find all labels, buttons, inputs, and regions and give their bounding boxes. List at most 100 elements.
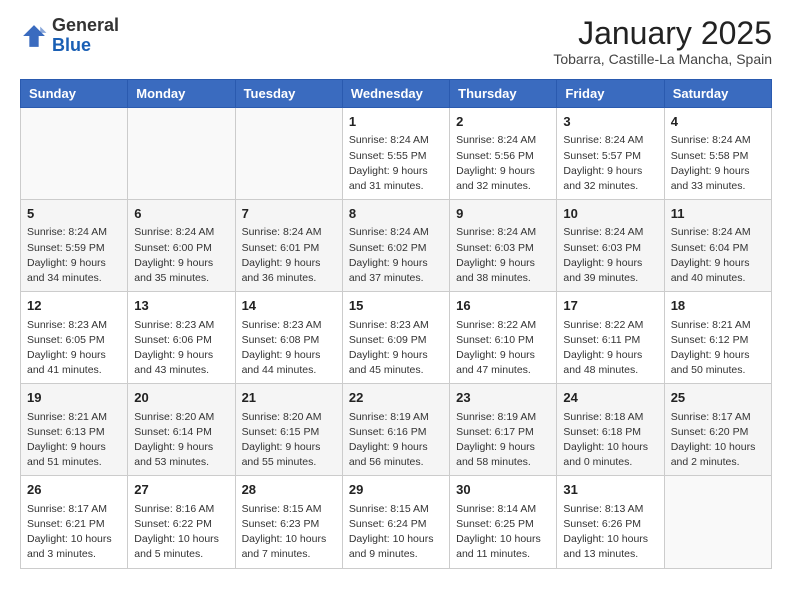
day-info: Sunrise: 8:24 AM Sunset: 6:03 PM Dayligh… xyxy=(563,225,657,286)
calendar-header-wednesday: Wednesday xyxy=(342,80,449,108)
calendar-cell xyxy=(664,476,771,568)
calendar-cell: 27 Sunrise: 8:16 AM Sunset: 6:22 PM Dayli… xyxy=(128,476,235,568)
calendar-cell: 17 Sunrise: 8:22 AM Sunset: 6:11 PM Dayli… xyxy=(557,292,664,384)
calendar-cell: 29 Sunrise: 8:15 AM Sunset: 6:24 PM Dayli… xyxy=(342,476,449,568)
logo-general-text: General xyxy=(52,15,119,35)
calendar-cell: 14 Sunrise: 8:23 AM Sunset: 6:08 PM Dayli… xyxy=(235,292,342,384)
day-number: 22 xyxy=(349,389,443,407)
day-info: Sunrise: 8:19 AM Sunset: 6:17 PM Dayligh… xyxy=(456,410,550,471)
day-info: Sunrise: 8:21 AM Sunset: 6:12 PM Dayligh… xyxy=(671,318,765,379)
day-info: Sunrise: 8:20 AM Sunset: 6:15 PM Dayligh… xyxy=(242,410,336,471)
calendar-cell: 24Sunrise: 8:18 AM Sunset: 6:18 PM Dayli… xyxy=(557,384,664,476)
day-number: 19 xyxy=(27,389,121,407)
day-number: 9 xyxy=(456,205,550,223)
day-number: 5 xyxy=(27,205,121,223)
calendar-header-friday: Friday xyxy=(557,80,664,108)
day-info: Sunrise: 8:24 AM Sunset: 6:04 PM Dayligh… xyxy=(671,225,765,286)
calendar-cell: 31Sunrise: 8:13 AM Sunset: 6:26 PM Dayli… xyxy=(557,476,664,568)
calendar-cell: 5 Sunrise: 8:24 AM Sunset: 5:59 PM Daylig… xyxy=(21,200,128,292)
calendar-cell: 12Sunrise: 8:23 AM Sunset: 6:05 PM Dayli… xyxy=(21,292,128,384)
day-number: 1 xyxy=(349,113,443,131)
calendar-cell: 10 Sunrise: 8:24 AM Sunset: 6:03 PM Dayli… xyxy=(557,200,664,292)
day-number: 17 xyxy=(563,297,657,315)
day-number: 21 xyxy=(242,389,336,407)
day-info: Sunrise: 8:16 AM Sunset: 6:22 PM Dayligh… xyxy=(134,502,228,563)
month-title: January 2025 xyxy=(553,16,772,51)
day-number: 28 xyxy=(242,481,336,499)
day-info: Sunrise: 8:24 AM Sunset: 6:02 PM Dayligh… xyxy=(349,225,443,286)
calendar-table: SundayMondayTuesdayWednesdayThursdayFrid… xyxy=(20,79,772,568)
day-number: 15 xyxy=(349,297,443,315)
calendar-cell xyxy=(128,108,235,200)
calendar-cell: 6Sunrise: 8:24 AM Sunset: 6:00 PM Daylig… xyxy=(128,200,235,292)
day-info: Sunrise: 8:22 AM Sunset: 6:10 PM Dayligh… xyxy=(456,318,550,379)
calendar-cell: 9 Sunrise: 8:24 AM Sunset: 6:03 PM Daylig… xyxy=(450,200,557,292)
calendar-cell: 13Sunrise: 8:23 AM Sunset: 6:06 PM Dayli… xyxy=(128,292,235,384)
calendar-cell: 21 Sunrise: 8:20 AM Sunset: 6:15 PM Dayli… xyxy=(235,384,342,476)
day-number: 16 xyxy=(456,297,550,315)
day-number: 20 xyxy=(134,389,228,407)
day-number: 30 xyxy=(456,481,550,499)
day-info: Sunrise: 8:21 AM Sunset: 6:13 PM Dayligh… xyxy=(27,410,121,471)
calendar-header-row: SundayMondayTuesdayWednesdayThursdayFrid… xyxy=(21,80,772,108)
day-info: Sunrise: 8:24 AM Sunset: 6:01 PM Dayligh… xyxy=(242,225,336,286)
day-number: 29 xyxy=(349,481,443,499)
day-info: Sunrise: 8:14 AM Sunset: 6:25 PM Dayligh… xyxy=(456,502,550,563)
calendar-cell: 23Sunrise: 8:19 AM Sunset: 6:17 PM Dayli… xyxy=(450,384,557,476)
day-number: 26 xyxy=(27,481,121,499)
day-number: 24 xyxy=(563,389,657,407)
day-number: 14 xyxy=(242,297,336,315)
day-info: Sunrise: 8:22 AM Sunset: 6:11 PM Dayligh… xyxy=(563,318,657,379)
calendar-cell: 3Sunrise: 8:24 AM Sunset: 5:57 PM Daylig… xyxy=(557,108,664,200)
calendar-cell: 25 Sunrise: 8:17 AM Sunset: 6:20 PM Dayli… xyxy=(664,384,771,476)
day-number: 3 xyxy=(563,113,657,131)
day-number: 8 xyxy=(349,205,443,223)
day-number: 4 xyxy=(671,113,765,131)
calendar-cell: 11 Sunrise: 8:24 AM Sunset: 6:04 PM Dayli… xyxy=(664,200,771,292)
calendar-cell xyxy=(21,108,128,200)
day-info: Sunrise: 8:24 AM Sunset: 5:59 PM Dayligh… xyxy=(27,225,121,286)
day-info: Sunrise: 8:24 AM Sunset: 5:55 PM Dayligh… xyxy=(349,133,443,194)
calendar-header-thursday: Thursday xyxy=(450,80,557,108)
day-number: 12 xyxy=(27,297,121,315)
day-number: 18 xyxy=(671,297,765,315)
calendar-header-sunday: Sunday xyxy=(21,80,128,108)
calendar-header-saturday: Saturday xyxy=(664,80,771,108)
calendar-cell: 19 Sunrise: 8:21 AM Sunset: 6:13 PM Dayli… xyxy=(21,384,128,476)
day-number: 10 xyxy=(563,205,657,223)
calendar-cell: 8 Sunrise: 8:24 AM Sunset: 6:02 PM Daylig… xyxy=(342,200,449,292)
calendar-cell: 16 Sunrise: 8:22 AM Sunset: 6:10 PM Dayli… xyxy=(450,292,557,384)
logo-icon xyxy=(20,22,48,50)
calendar-cell: 1 Sunrise: 8:24 AM Sunset: 5:55 PM Daylig… xyxy=(342,108,449,200)
calendar-cell: 20 Sunrise: 8:20 AM Sunset: 6:14 PM Dayli… xyxy=(128,384,235,476)
day-info: Sunrise: 8:24 AM Sunset: 5:56 PM Dayligh… xyxy=(456,133,550,194)
page: General Blue January 2025 Tobarra, Casti… xyxy=(0,0,792,585)
calendar-cell: 28 Sunrise: 8:15 AM Sunset: 6:23 PM Dayli… xyxy=(235,476,342,568)
day-info: Sunrise: 8:17 AM Sunset: 6:20 PM Dayligh… xyxy=(671,410,765,471)
header: General Blue January 2025 Tobarra, Casti… xyxy=(20,16,772,67)
day-info: Sunrise: 8:24 AM Sunset: 5:58 PM Dayligh… xyxy=(671,133,765,194)
day-info: Sunrise: 8:23 AM Sunset: 6:06 PM Dayligh… xyxy=(134,318,228,379)
calendar-cell: 30 Sunrise: 8:14 AM Sunset: 6:25 PM Dayli… xyxy=(450,476,557,568)
day-info: Sunrise: 8:23 AM Sunset: 6:09 PM Dayligh… xyxy=(349,318,443,379)
calendar-week-row: 1 Sunrise: 8:24 AM Sunset: 5:55 PM Daylig… xyxy=(21,108,772,200)
logo-text: General Blue xyxy=(52,16,119,56)
day-number: 25 xyxy=(671,389,765,407)
day-info: Sunrise: 8:15 AM Sunset: 6:24 PM Dayligh… xyxy=(349,502,443,563)
day-info: Sunrise: 8:24 AM Sunset: 6:00 PM Dayligh… xyxy=(134,225,228,286)
location-subtitle: Tobarra, Castille-La Mancha, Spain xyxy=(553,51,772,67)
calendar-week-row: 5 Sunrise: 8:24 AM Sunset: 5:59 PM Daylig… xyxy=(21,200,772,292)
day-number: 11 xyxy=(671,205,765,223)
calendar-cell: 22Sunrise: 8:19 AM Sunset: 6:16 PM Dayli… xyxy=(342,384,449,476)
calendar-cell: 15 Sunrise: 8:23 AM Sunset: 6:09 PM Dayli… xyxy=(342,292,449,384)
calendar-cell xyxy=(235,108,342,200)
day-info: Sunrise: 8:23 AM Sunset: 6:08 PM Dayligh… xyxy=(242,318,336,379)
day-number: 27 xyxy=(134,481,228,499)
day-info: Sunrise: 8:24 AM Sunset: 6:03 PM Dayligh… xyxy=(456,225,550,286)
calendar-cell: 2Sunrise: 8:24 AM Sunset: 5:56 PM Daylig… xyxy=(450,108,557,200)
day-info: Sunrise: 8:13 AM Sunset: 6:26 PM Dayligh… xyxy=(563,502,657,563)
day-number: 7 xyxy=(242,205,336,223)
calendar-header-monday: Monday xyxy=(128,80,235,108)
day-info: Sunrise: 8:15 AM Sunset: 6:23 PM Dayligh… xyxy=(242,502,336,563)
day-info: Sunrise: 8:20 AM Sunset: 6:14 PM Dayligh… xyxy=(134,410,228,471)
